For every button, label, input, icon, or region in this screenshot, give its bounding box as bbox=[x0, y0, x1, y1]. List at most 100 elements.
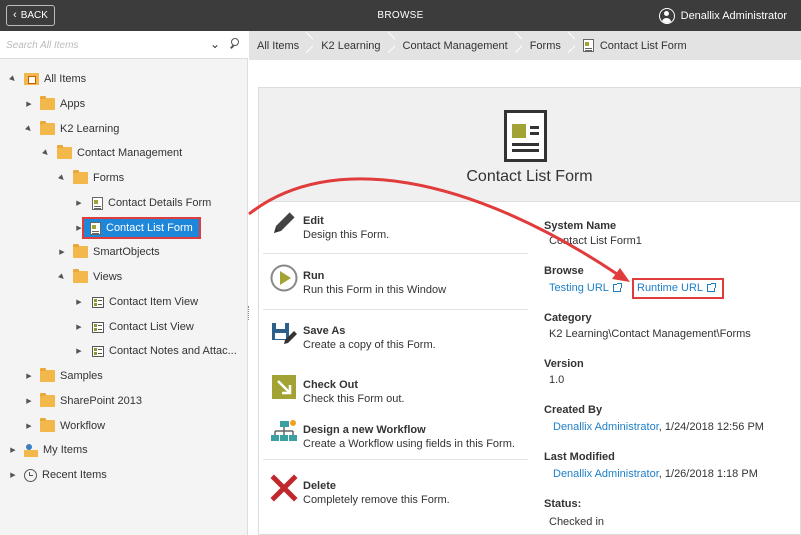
tree-item-label: Contact Notes and Attac... bbox=[109, 345, 237, 357]
detail-label: System Name bbox=[544, 220, 617, 232]
tree-item-label: SmartObjects bbox=[93, 246, 160, 258]
form-icon bbox=[582, 39, 594, 52]
expand-toggle-icon[interactable]: ▶ bbox=[74, 347, 84, 355]
tree-item-all-items[interactable]: ▶ All Items bbox=[8, 68, 86, 90]
tree-item-smartobjects[interactable]: ▶ SmartObjects bbox=[57, 241, 160, 263]
save-as-action[interactable]: Save As Create a copy of this Form. bbox=[258, 311, 528, 363]
action-title: Delete bbox=[303, 480, 337, 492]
breadcrumb-forms[interactable]: Forms bbox=[521, 31, 575, 60]
tree-item-label: All Items bbox=[44, 73, 87, 85]
tree-item-workflow[interactable]: ▶ Workflow bbox=[24, 415, 105, 437]
tree-item-label: Apps bbox=[60, 98, 86, 110]
action-description: Create a copy of this Form. bbox=[303, 339, 436, 351]
action-description: Completely remove this Form. bbox=[303, 494, 450, 506]
folder-icon bbox=[40, 393, 55, 407]
selected-tree-node[interactable]: Contact List Form bbox=[82, 217, 201, 239]
expand-toggle-icon[interactable]: ▶ bbox=[56, 271, 69, 284]
tree-item-contact-list-view[interactable]: ▶ Contact List View bbox=[74, 316, 194, 338]
tree-item-label: Workflow bbox=[60, 420, 106, 432]
tree-item-contact-management[interactable]: ▶ Contact Management bbox=[41, 142, 182, 164]
expand-toggle-icon[interactable]: ▶ bbox=[74, 199, 84, 207]
breadcrumb-label: All Items bbox=[257, 39, 300, 52]
tree-item-contact-details-form[interactable]: ▶ Contact Details Form bbox=[74, 192, 211, 214]
action-description: Run this Form in this Window bbox=[303, 284, 447, 296]
card-title: Contact List Form bbox=[466, 168, 593, 185]
edit-action[interactable]: Edit Design this Form. bbox=[258, 201, 528, 253]
delete-action[interactable]: Delete Completely remove this Form. bbox=[258, 466, 528, 518]
run-action[interactable]: Run Run this Form in this Window bbox=[258, 256, 528, 308]
tree-item-k2-learning[interactable]: ▶ K2 Learning bbox=[24, 118, 119, 140]
folder-icon bbox=[40, 96, 55, 110]
expand-toggle-icon[interactable]: ▶ bbox=[57, 248, 67, 256]
tree-item-samples[interactable]: ▶ Samples bbox=[24, 365, 103, 387]
folder-icon bbox=[40, 418, 55, 432]
search-input[interactable] bbox=[6, 36, 201, 54]
breadcrumb-label: Contact Management bbox=[402, 39, 508, 52]
divider bbox=[263, 459, 528, 460]
breadcrumb-label: Contact List Form bbox=[599, 39, 687, 52]
divider bbox=[263, 253, 528, 254]
testing-url-link[interactable]: Testing URL bbox=[549, 282, 622, 294]
tree-item-contact-notes-view[interactable]: ▶ Contact Notes and Attac... bbox=[74, 340, 237, 362]
detail-label: Version bbox=[544, 358, 584, 370]
tree-item-contact-item-view[interactable]: ▶ Contact Item View bbox=[74, 291, 198, 313]
breadcrumb-all-items[interactable]: All Items bbox=[249, 31, 314, 60]
search-icon[interactable] bbox=[230, 38, 240, 48]
breadcrumb-label: K2 Learning bbox=[321, 39, 381, 52]
tree-item-recent-items[interactable]: ▶ Recent Items bbox=[8, 464, 107, 486]
external-link-icon bbox=[612, 283, 622, 293]
breadcrumb-contact-management[interactable]: Contact Management bbox=[394, 31, 522, 60]
runtime-url-highlight bbox=[632, 278, 724, 299]
tree-item-label: Contact Management bbox=[77, 147, 183, 159]
system-name-value: Contact List Form1 bbox=[549, 235, 642, 247]
view-icon bbox=[92, 321, 104, 333]
tree-item-views[interactable]: ▶ Views bbox=[57, 266, 122, 288]
tree-item-label: My Items bbox=[43, 444, 88, 456]
created-by-user-link[interactable]: Denallix Administrator bbox=[553, 421, 659, 433]
created-on-date: , 1/24/2018 12:56 PM bbox=[658, 421, 764, 433]
expand-toggle-icon[interactable]: ▶ bbox=[23, 123, 36, 136]
view-icon bbox=[92, 345, 104, 357]
tree-item-sharepoint-2013[interactable]: ▶ SharePoint 2013 bbox=[24, 390, 142, 412]
modified-by-user-link[interactable]: Denallix Administrator bbox=[553, 468, 659, 480]
user-icon bbox=[658, 7, 675, 24]
workflow-icon bbox=[271, 420, 297, 441]
expand-toggle-icon[interactable]: ▶ bbox=[24, 372, 34, 380]
expand-toggle-icon[interactable]: ▶ bbox=[8, 471, 18, 479]
tree-item-forms[interactable]: ▶ Forms bbox=[57, 167, 124, 189]
breadcrumb: All Items K2 Learning Contact Management… bbox=[249, 31, 801, 60]
expand-toggle-icon[interactable]: ▶ bbox=[8, 446, 18, 454]
play-icon bbox=[270, 264, 298, 292]
expand-toggle-icon[interactable]: ▶ bbox=[7, 73, 20, 86]
form-large-icon bbox=[504, 110, 547, 162]
folder-icon bbox=[57, 145, 72, 159]
expand-toggle-icon[interactable]: ▶ bbox=[74, 323, 84, 331]
design-workflow-action[interactable]: Design a new Workflow Create a Workflow … bbox=[258, 410, 528, 462]
top-bar: ‹ BACK BROWSE Denallix Administrator bbox=[0, 0, 801, 31]
search-bar: ⌄ bbox=[0, 31, 248, 59]
all-items-icon bbox=[24, 73, 39, 85]
folder-icon bbox=[40, 368, 55, 382]
created-by-value: Denallix Administrator, 1/24/2018 12:56 … bbox=[553, 421, 764, 433]
tree-item-label: Forms bbox=[93, 172, 125, 184]
folder-icon bbox=[73, 244, 88, 258]
tree-item-label: Contact Details Form bbox=[108, 197, 212, 209]
expand-toggle-icon[interactable]: ▶ bbox=[74, 298, 84, 306]
chevron-down-icon[interactable]: ⌄ bbox=[210, 37, 220, 51]
last-modified-value: Denallix Administrator, 1/26/2018 1:18 P… bbox=[553, 468, 758, 480]
expand-toggle-icon[interactable]: ▶ bbox=[24, 100, 34, 108]
expand-toggle-icon[interactable]: ▶ bbox=[56, 172, 69, 185]
expand-toggle-icon[interactable]: ▶ bbox=[24, 422, 34, 430]
tree-item-my-items[interactable]: ▶ My Items bbox=[8, 439, 88, 461]
folder-icon bbox=[40, 121, 55, 135]
tree-item-contact-list-form[interactable]: ▶ Contact List Form bbox=[74, 217, 201, 239]
expand-toggle-icon[interactable]: ▶ bbox=[24, 397, 34, 405]
breadcrumb-k2-learning[interactable]: K2 Learning bbox=[313, 31, 395, 60]
expand-toggle-icon[interactable]: ▶ bbox=[40, 147, 53, 160]
expand-toggle-icon[interactable]: ▶ bbox=[74, 224, 84, 232]
user-menu[interactable]: Denallix Administrator bbox=[658, 0, 787, 31]
action-description: Create a Workflow using fields in this F… bbox=[303, 438, 515, 450]
breadcrumb-label: Forms bbox=[529, 39, 561, 52]
tree-item-apps[interactable]: ▶ Apps bbox=[24, 93, 85, 115]
detail-label: Browse bbox=[544, 265, 584, 277]
